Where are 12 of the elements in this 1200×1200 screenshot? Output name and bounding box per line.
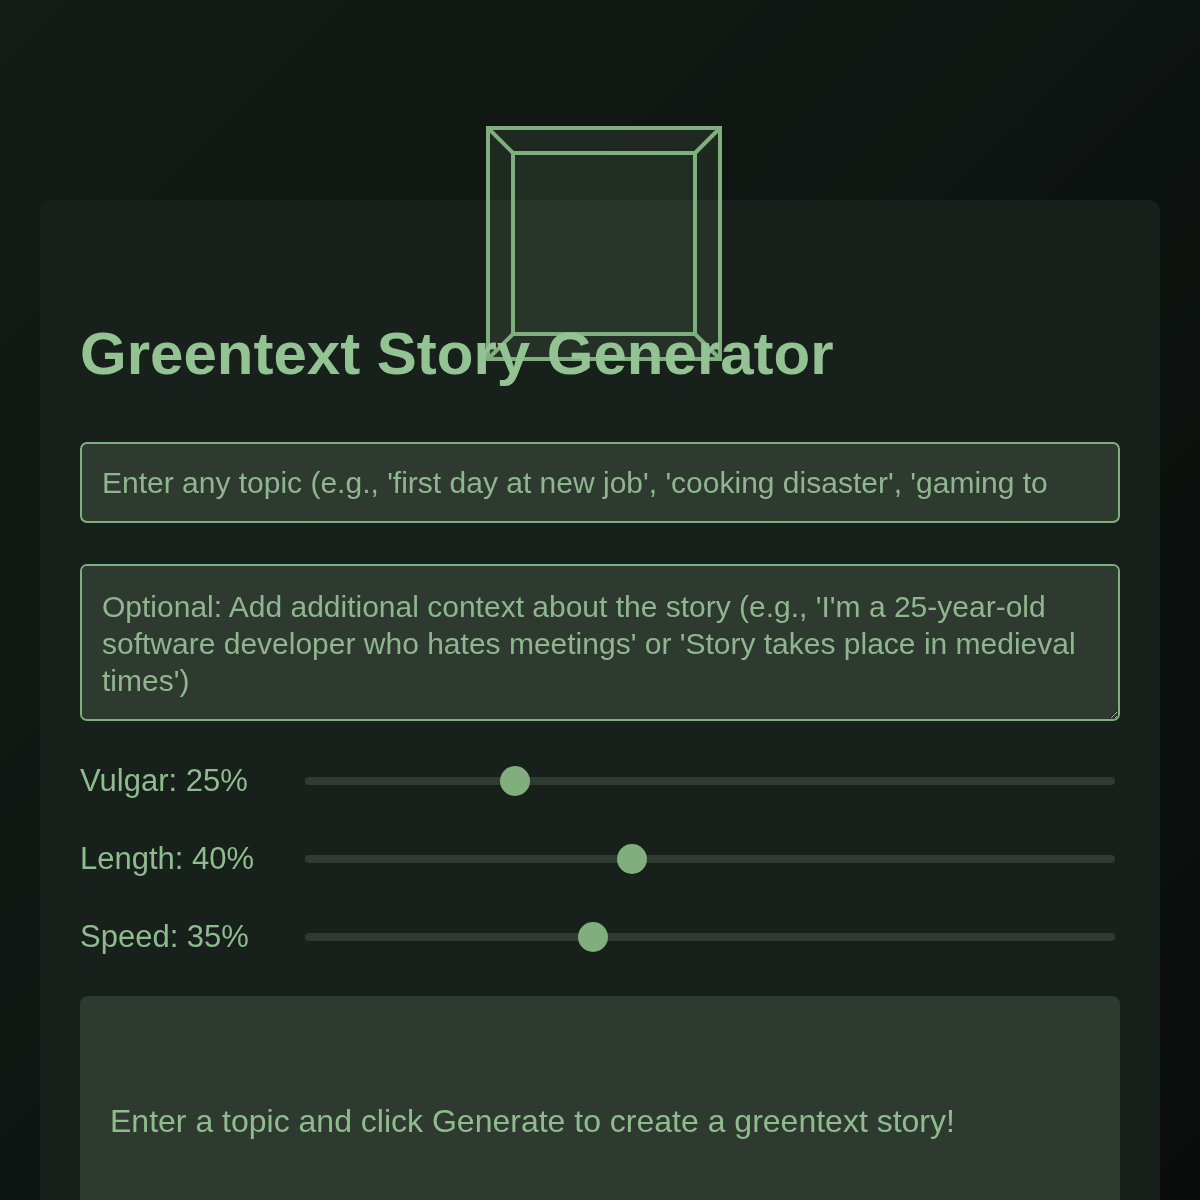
output-message: Enter a topic and click Generate to create a greentext story! [110, 1102, 955, 1140]
slider-label: Length: 40% [80, 841, 256, 877]
slider-track[interactable] [305, 844, 1115, 874]
slider-thumb[interactable] [617, 844, 647, 874]
slider-label: Vulgar: 25% [80, 763, 249, 799]
topic-input-field[interactable]: Enter any topic (e.g., 'first day at new job', 'cooking disaster', 'gaming to [80, 442, 1120, 523]
slider-track[interactable] [305, 766, 1115, 796]
slider-thumb[interactable] [578, 922, 608, 952]
context-text-area[interactable]: Optional: Add additional context about the story (e.g., 'I'm a 25-year-old software developer who hates meetings' or 'Story takes place in medieval times') [80, 564, 1120, 721]
slider-thumb[interactable] [500, 766, 530, 796]
slider-label: Speed: 35% [80, 919, 250, 955]
slider-track[interactable] [305, 922, 1115, 952]
